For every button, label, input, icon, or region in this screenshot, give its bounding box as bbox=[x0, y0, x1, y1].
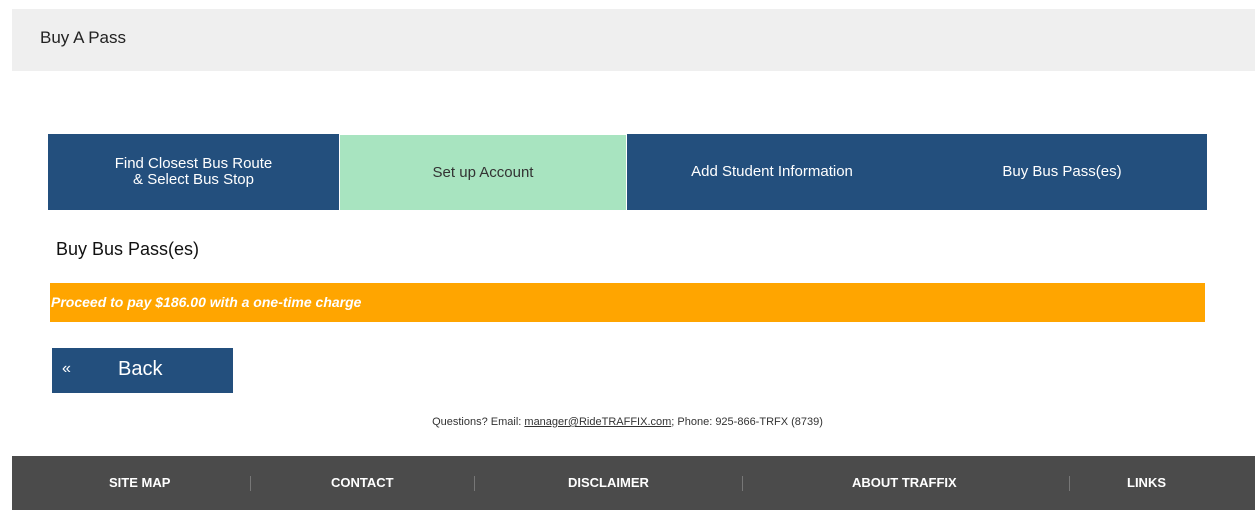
payment-notice: Proceed to pay $186.00 with a one-time c… bbox=[50, 283, 1205, 322]
step-label: Find Closest Bus Route & Select Bus Stop bbox=[114, 155, 273, 188]
contact-prefix: Questions? Email: bbox=[432, 416, 525, 428]
step-find-route[interactable]: Find Closest Bus Route & Select Bus Stop bbox=[48, 134, 339, 210]
footer-divider bbox=[250, 476, 251, 491]
footer-link-site-map[interactable]: SITE MAP bbox=[109, 456, 170, 510]
footer-divider bbox=[742, 476, 743, 491]
back-button[interactable]: « Back bbox=[52, 348, 233, 393]
footer-link-links[interactable]: LINKS bbox=[1127, 456, 1166, 510]
step-label: Buy Bus Pass(es) bbox=[1002, 163, 1122, 180]
step-label: Set up Account bbox=[432, 163, 534, 181]
footer-nav: SITE MAP CONTACT DISCLAIMER ABOUT TRAFFI… bbox=[12, 456, 1255, 510]
step-buy-bus-passes[interactable]: Buy Bus Pass(es) bbox=[917, 134, 1207, 210]
contact-info: Questions? Email: manager@RideTRAFFIX.co… bbox=[0, 416, 1255, 428]
page-header: Buy A Pass bbox=[12, 9, 1255, 71]
contact-phone: ; Phone: 925-866-TRFX (8739) bbox=[671, 416, 823, 428]
footer-link-about-traffix[interactable]: ABOUT TRAFFIX bbox=[852, 456, 957, 510]
footer-link-contact[interactable]: CONTACT bbox=[331, 456, 394, 510]
footer-link-disclaimer[interactable]: DISCLAIMER bbox=[568, 456, 649, 510]
contact-email-link[interactable]: manager@RideTRAFFIX.com bbox=[524, 416, 671, 428]
double-chevron-left-icon: « bbox=[62, 360, 71, 377]
step-label: Add Student Information bbox=[691, 163, 853, 180]
step-set-up-account[interactable]: Set up Account bbox=[339, 134, 627, 210]
step-add-student-info[interactable]: Add Student Information bbox=[627, 134, 917, 210]
footer-divider bbox=[474, 476, 475, 491]
back-button-label: Back bbox=[118, 358, 163, 380]
page-title: Buy A Pass bbox=[40, 28, 126, 47]
progress-steps: Find Closest Bus Route & Select Bus Stop… bbox=[48, 134, 1207, 210]
footer-divider bbox=[1069, 476, 1070, 491]
section-title: Buy Bus Pass(es) bbox=[56, 239, 200, 259]
